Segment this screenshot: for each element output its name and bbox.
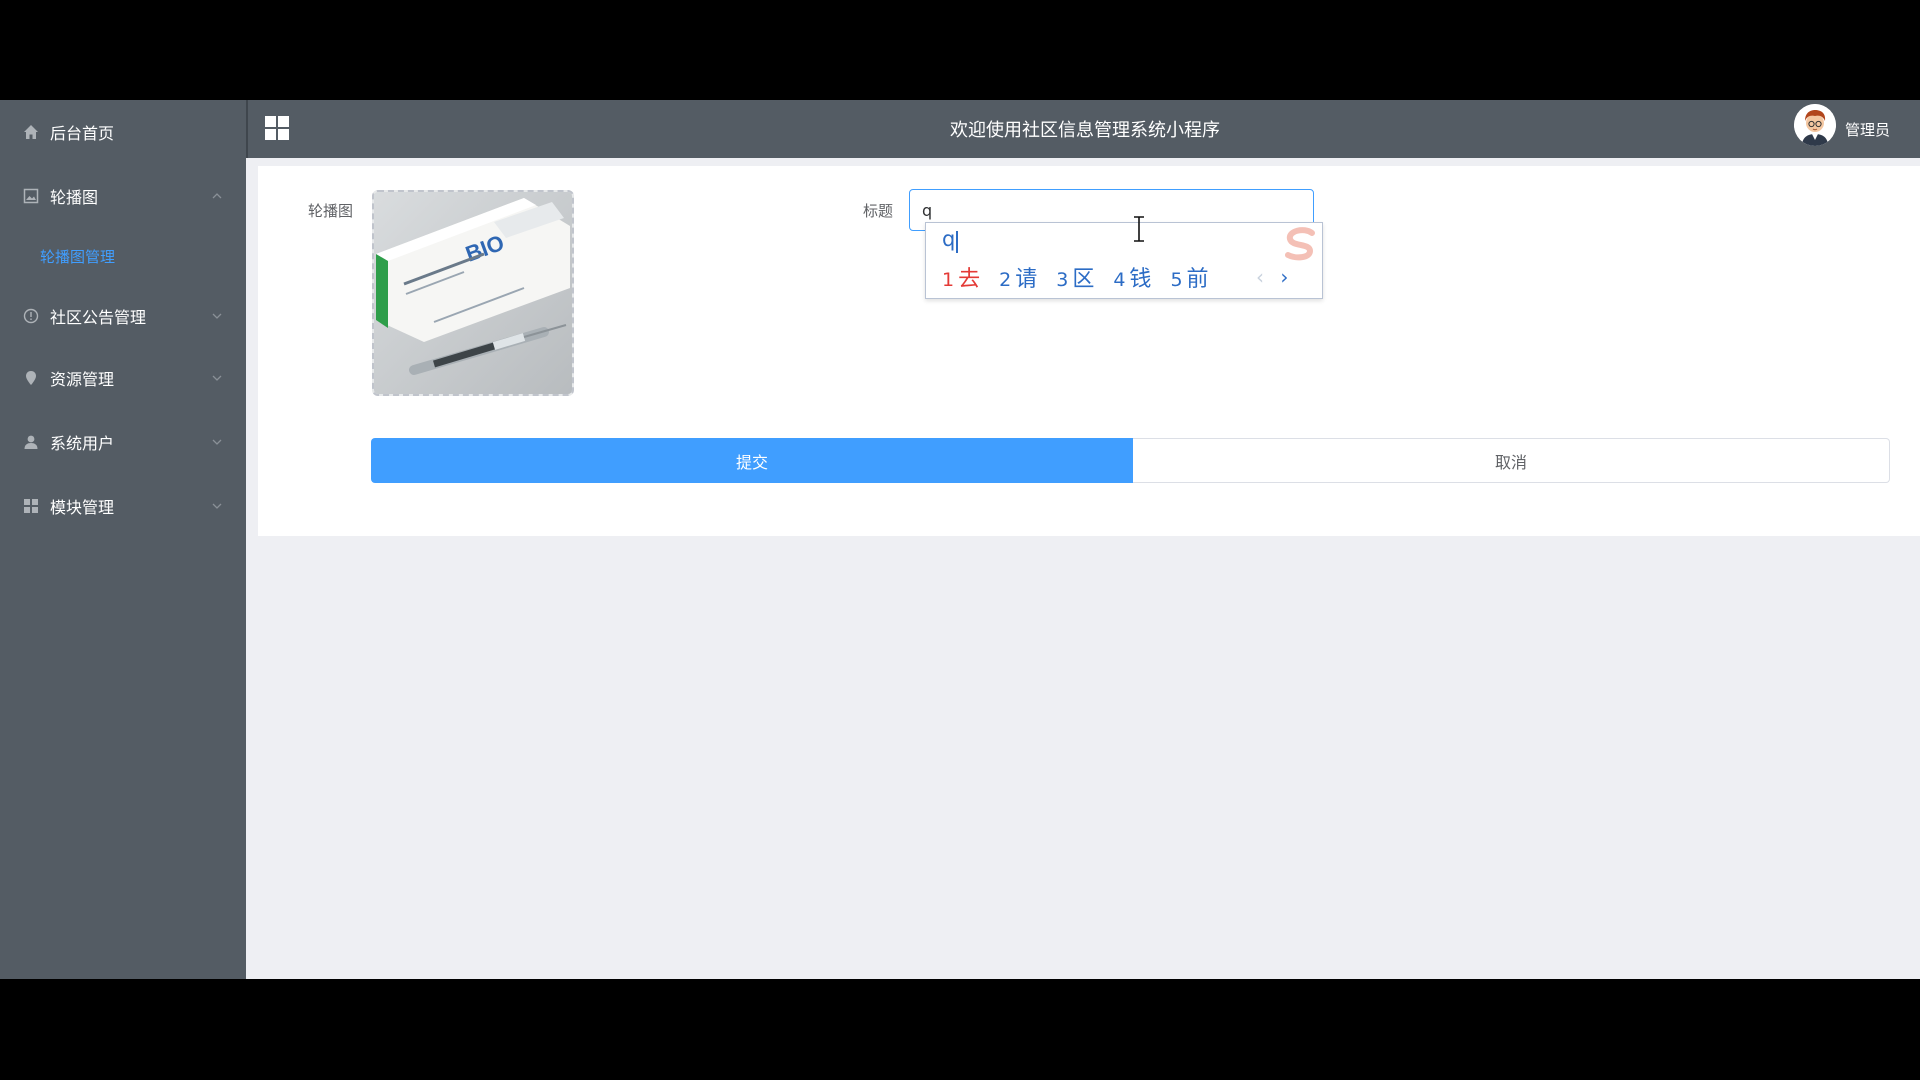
carousel-label: 轮播图 bbox=[308, 202, 354, 220]
sidebar-item-home[interactable]: 后台首页 bbox=[0, 106, 246, 158]
ime-candidate[interactable]: 4钱 bbox=[1113, 261, 1151, 293]
sidebar-item-label: 资源管理 bbox=[50, 370, 115, 389]
ime-prev-page-icon[interactable]: ‹ bbox=[1256, 265, 1264, 289]
image-icon bbox=[23, 188, 39, 204]
chevron-down-icon bbox=[212, 437, 222, 447]
cancel-button[interactable]: 取消 bbox=[1133, 438, 1890, 483]
sidebar-subitem-carousel-management[interactable]: 轮播图管理 bbox=[0, 233, 246, 279]
sidebar-item-carousel[interactable]: 轮播图 bbox=[0, 170, 246, 222]
chevron-down-icon bbox=[212, 311, 222, 321]
ime-next-page-icon[interactable]: › bbox=[1280, 265, 1288, 289]
user-icon bbox=[23, 434, 39, 450]
ime-candidate[interactable]: 1去 bbox=[942, 261, 980, 293]
sogou-logo-icon bbox=[1278, 225, 1320, 265]
ime-caret bbox=[956, 231, 958, 253]
ime-page-nav: ‹ › bbox=[1256, 265, 1288, 289]
chevron-up-icon bbox=[212, 191, 222, 201]
ime-candidate-popup: q 1去 2请 3区 4钱 5前 ‹ › bbox=[925, 222, 1323, 299]
ime-composition-text: q bbox=[942, 227, 956, 251]
sidebar-item-announcements[interactable]: 社区公告管理 bbox=[0, 290, 246, 342]
page-title: 欢迎使用社区信息管理系统小程序 bbox=[950, 120, 1220, 141]
sidebar: 后台首页 轮播图 轮播图管理 社区公告管理 资源管理 系统用户 模块管理 bbox=[0, 100, 246, 979]
title-label: 标题 bbox=[863, 202, 894, 220]
ime-candidate-list: 1去 2请 3区 4钱 5前 bbox=[942, 261, 1228, 293]
carousel-image-upload[interactable]: BIO bbox=[372, 190, 574, 396]
sidebar-item-label: 社区公告管理 bbox=[50, 308, 147, 327]
sidebar-item-modules[interactable]: 模块管理 bbox=[0, 480, 246, 532]
sidebar-item-label: 后台首页 bbox=[50, 124, 115, 143]
ime-candidate[interactable]: 2请 bbox=[999, 261, 1037, 293]
text-cursor-icon bbox=[1132, 215, 1146, 243]
app-window: 后台首页 轮播图 轮播图管理 社区公告管理 资源管理 系统用户 模块管理 欢迎使… bbox=[0, 100, 1920, 979]
submit-button[interactable]: 提交 bbox=[371, 438, 1133, 483]
sidebar-item-system-users[interactable]: 系统用户 bbox=[0, 416, 246, 468]
location-icon bbox=[23, 370, 39, 386]
sidebar-item-label: 轮播图 bbox=[50, 188, 99, 207]
sidebar-item-label: 系统用户 bbox=[50, 434, 115, 453]
sidebar-item-resources[interactable]: 资源管理 bbox=[0, 352, 246, 404]
ime-candidate[interactable]: 5前 bbox=[1170, 261, 1208, 293]
home-icon bbox=[23, 124, 39, 140]
top-header: 欢迎使用社区信息管理系统小程序 管理员 bbox=[246, 100, 1920, 158]
vaccine-image: BIO bbox=[374, 192, 572, 394]
sidebar-subitem-label: 轮播图管理 bbox=[40, 247, 116, 266]
info-circle-icon bbox=[23, 308, 39, 324]
chevron-down-icon bbox=[212, 373, 222, 383]
ime-candidate[interactable]: 3区 bbox=[1056, 261, 1094, 293]
user-name[interactable]: 管理员 bbox=[1845, 119, 1890, 140]
grid-icon bbox=[23, 498, 39, 514]
chevron-down-icon bbox=[212, 501, 222, 511]
avatar[interactable] bbox=[1794, 104, 1836, 146]
sidebar-item-label: 模块管理 bbox=[50, 498, 115, 517]
